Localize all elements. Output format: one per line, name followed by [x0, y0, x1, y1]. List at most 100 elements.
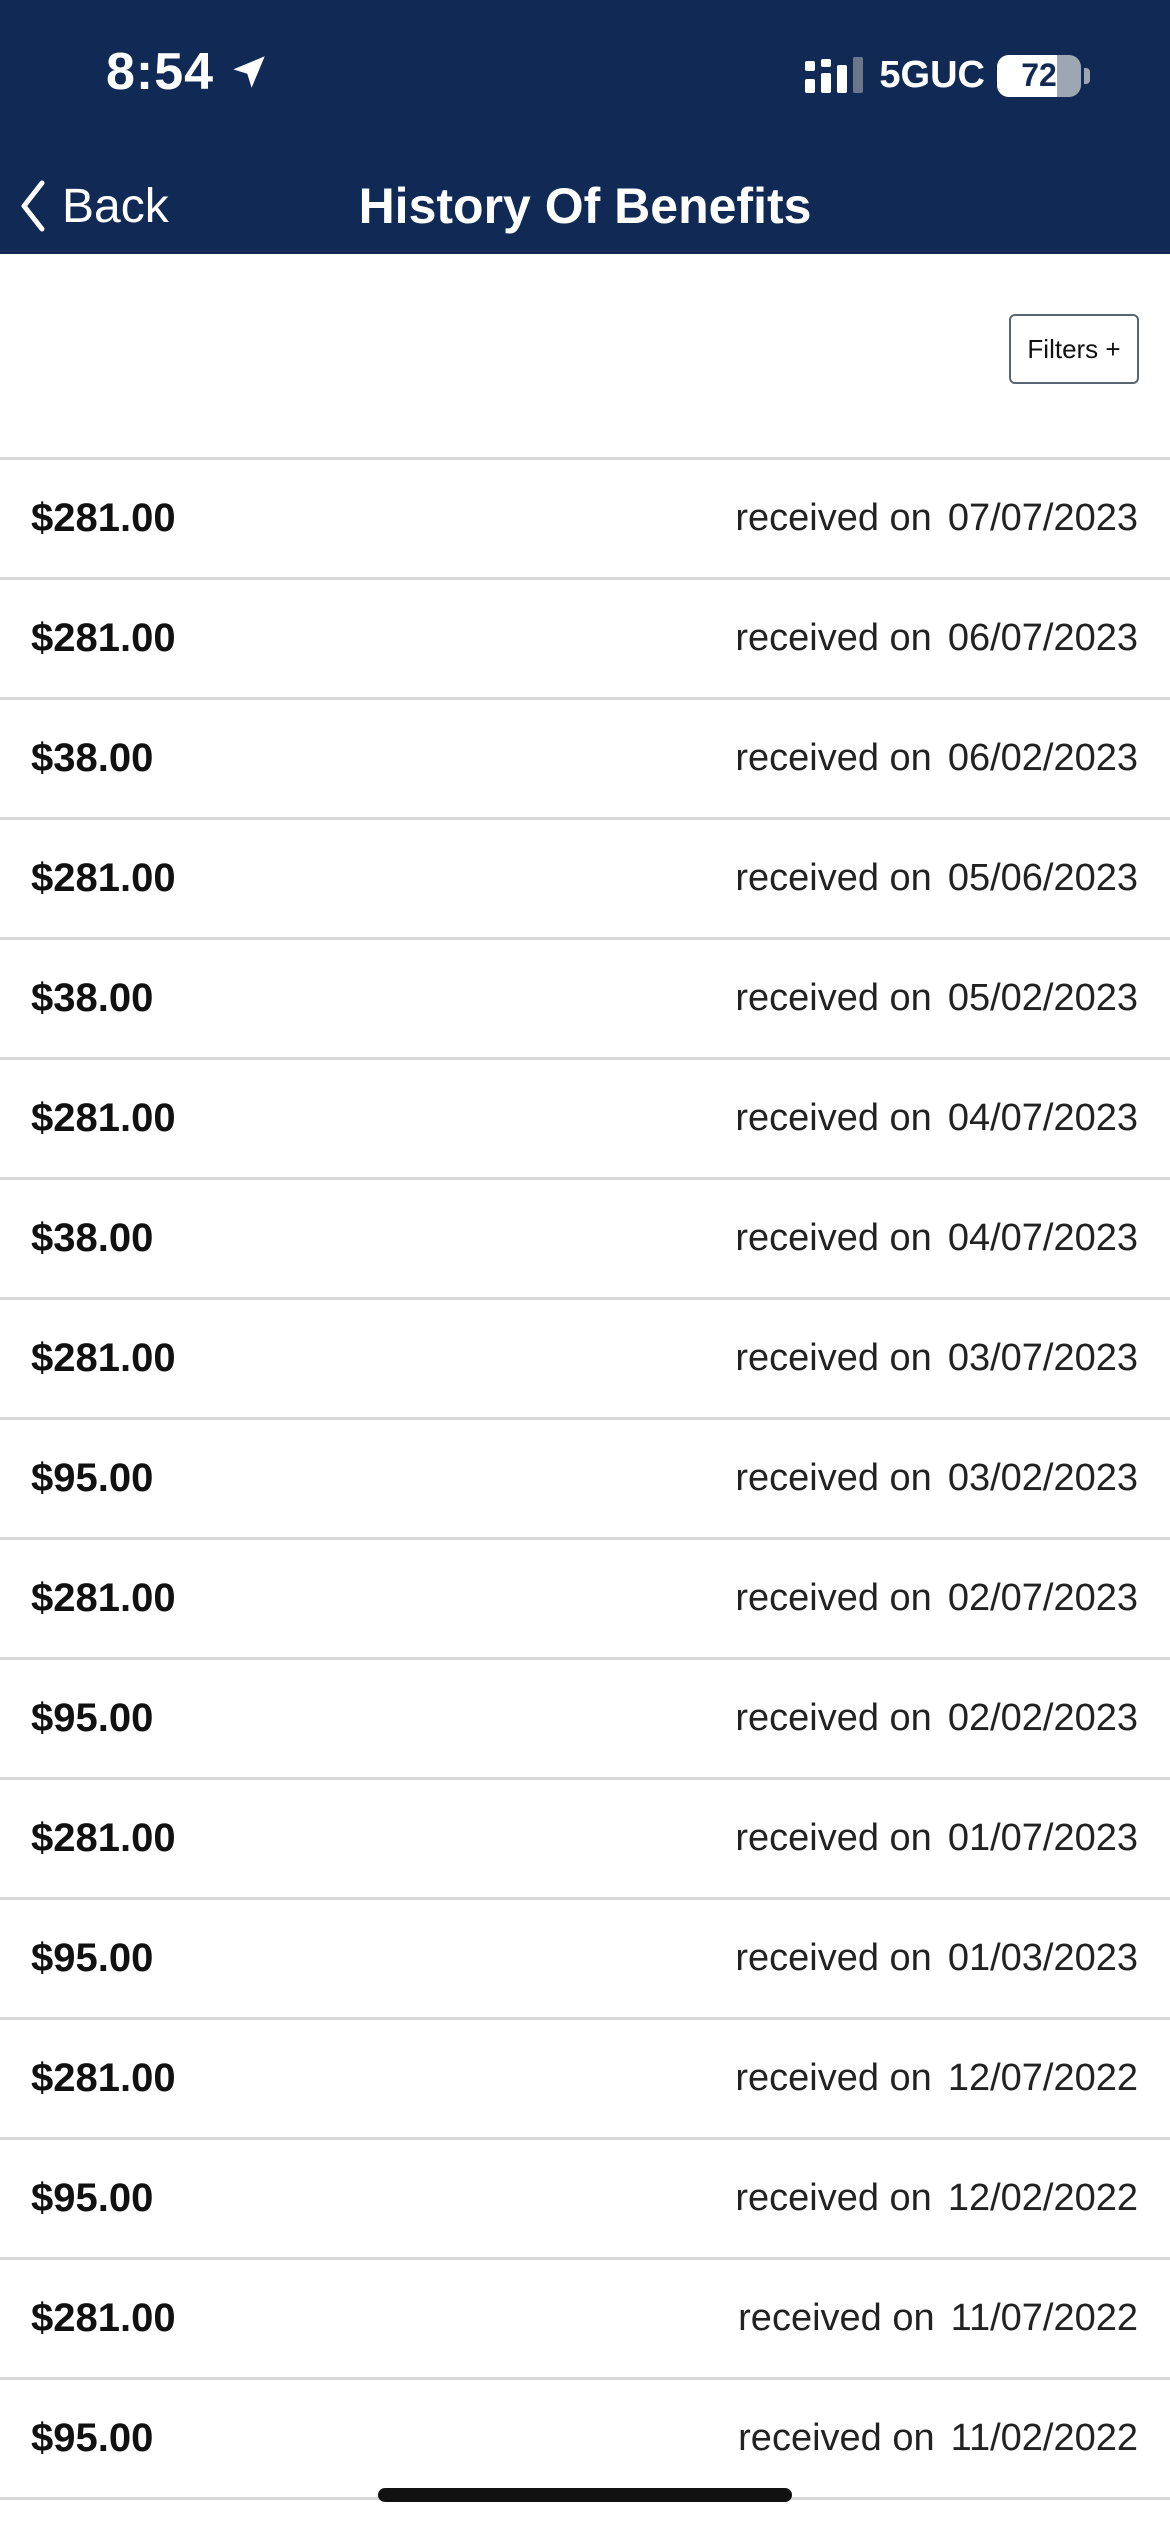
status-bar: 8:54 5GUC 72	[0, 0, 1170, 150]
benefit-amount: $281.00	[31, 1816, 176, 1860]
benefit-row: $281.00 received on 03/07/2023	[0, 1300, 1170, 1420]
benefit-received: received on 12/07/2022	[735, 2020, 1138, 2137]
received-prefix: received on	[735, 1337, 932, 1379]
benefit-amount: $281.00	[31, 2056, 176, 2100]
benefit-row: $38.00 received on 04/07/2023	[0, 1180, 1170, 1300]
benefit-date: 05/06/2023	[947, 857, 1138, 899]
benefit-amount: $95.00	[31, 2176, 154, 2220]
status-time: 8:54	[106, 43, 215, 101]
received-prefix: received on	[738, 2417, 935, 2459]
home-indicator[interactable]	[378, 2488, 792, 2502]
received-prefix: received on	[735, 1097, 932, 1139]
received-prefix: received on	[735, 857, 932, 899]
benefit-received: received on 12/02/2022	[735, 2140, 1138, 2257]
benefit-received: received on 03/02/2023	[735, 1420, 1138, 1537]
battery-percent: 72	[1021, 57, 1057, 93]
received-prefix: received on	[735, 1217, 932, 1259]
benefit-date: 03/07/2023	[947, 1337, 1138, 1379]
benefit-row: $281.00 received on 04/07/2023	[0, 1060, 1170, 1180]
benefit-date: 05/02/2023	[947, 977, 1138, 1019]
network-label: 5GUC	[879, 54, 985, 96]
benefit-date: 01/03/2023	[947, 1937, 1138, 1979]
benefit-date: 04/07/2023	[947, 1217, 1138, 1259]
received-prefix: received on	[738, 2297, 935, 2339]
benefit-date: 12/07/2022	[947, 2057, 1138, 2099]
benefit-row: $95.00 received on 02/02/2023	[0, 1660, 1170, 1780]
benefit-row: $281.00 received on 06/07/2023	[0, 580, 1170, 700]
benefit-amount: $281.00	[31, 616, 176, 660]
app-header: 8:54 5GUC 72 History Of Benefits Back	[0, 0, 1170, 254]
received-prefix: received on	[735, 497, 932, 539]
page-title: History Of Benefits	[358, 178, 812, 234]
signal-bars-icon	[805, 56, 864, 93]
benefit-row: $281.00 received on 02/07/2023	[0, 1540, 1170, 1660]
benefit-received: received on 01/03/2023	[735, 1900, 1138, 2017]
received-prefix: received on	[735, 617, 932, 659]
benefit-amount: $38.00	[31, 1216, 154, 1260]
back-label: Back	[62, 179, 169, 233]
battery-cap	[1084, 67, 1090, 84]
benefit-row: $95.00 received on 12/02/2022	[0, 2140, 1170, 2260]
benefit-received: received on 04/07/2023	[735, 1060, 1138, 1177]
received-prefix: received on	[735, 737, 932, 779]
chevron-left-icon	[21, 180, 45, 232]
benefit-row: $38.00 received on 05/02/2023	[0, 940, 1170, 1060]
benefit-date: 02/02/2023	[947, 1697, 1138, 1739]
benefit-row: $281.00 received on 11/07/2022	[0, 2260, 1170, 2380]
back-button[interactable]: Back	[18, 170, 169, 242]
received-prefix: received on	[735, 1577, 932, 1619]
benefit-amount: $281.00	[31, 2296, 176, 2340]
benefit-row: $95.00 received on 01/03/2023	[0, 1900, 1170, 2020]
filter-area: Filters +	[0, 254, 1170, 460]
received-prefix: received on	[735, 1937, 932, 1979]
filters-button[interactable]: Filters +	[1009, 314, 1139, 384]
benefit-amount: $281.00	[31, 1336, 176, 1380]
benefit-received: received on 06/07/2023	[735, 580, 1138, 697]
benefit-row: $95.00 received on 11/02/2022	[0, 2380, 1170, 2500]
benefit-amount: $95.00	[31, 1456, 154, 1500]
benefit-received: received on 04/07/2023	[735, 1180, 1138, 1297]
benefit-date: 01/07/2023	[947, 1817, 1138, 1859]
benefit-received: received on 05/06/2023	[735, 820, 1138, 937]
benefit-received: received on 01/07/2023	[735, 1780, 1138, 1897]
battery-icon: 72	[997, 54, 1081, 97]
benefit-row: $281.00 received on 07/07/2023	[0, 460, 1170, 580]
benefit-amount: $281.00	[31, 1096, 176, 1140]
benefit-amount: $38.00	[31, 736, 154, 780]
status-time-group: 8:54	[106, 42, 270, 102]
benefit-amount: $95.00	[31, 2416, 154, 2460]
benefit-date: 03/02/2023	[947, 1457, 1138, 1499]
received-prefix: received on	[735, 2057, 932, 2099]
benefit-row: $38.00 received on 06/02/2023	[0, 700, 1170, 820]
benefit-amount: $38.00	[31, 976, 154, 1020]
location-arrow-icon	[233, 56, 265, 88]
benefit-received: received on 02/07/2023	[735, 1540, 1138, 1657]
status-indicators: 5GUC 72	[805, 54, 1090, 97]
benefit-date: 11/02/2022	[950, 2417, 1138, 2459]
benefit-amount: $95.00	[31, 1936, 154, 1980]
benefit-row: $281.00 received on 05/06/2023	[0, 820, 1170, 940]
benefit-row: $281.00 received on 12/07/2022	[0, 2020, 1170, 2140]
benefit-received: received on 05/02/2023	[735, 940, 1138, 1057]
benefit-date: 04/07/2023	[947, 1097, 1138, 1139]
benefit-received: received on 11/07/2022	[738, 2260, 1138, 2377]
benefit-amount: $95.00	[31, 1696, 154, 1740]
benefit-row: $281.00 received on 01/07/2023	[0, 1780, 1170, 1900]
received-prefix: received on	[735, 1457, 932, 1499]
nav-bar: History Of Benefits Back	[0, 170, 1170, 242]
benefit-received: received on 06/02/2023	[735, 700, 1138, 817]
received-prefix: received on	[735, 977, 932, 1019]
benefit-date: 12/02/2022	[947, 2177, 1138, 2219]
benefit-list: $281.00 received on 07/07/2023 $281.00 recei…	[0, 460, 1170, 2500]
benefit-row: $95.00 received on 03/02/2023	[0, 1420, 1170, 1540]
benefit-received: received on 03/07/2023	[735, 1300, 1138, 1417]
benefit-amount: $281.00	[31, 496, 176, 540]
benefit-date: 06/02/2023	[947, 737, 1138, 779]
benefit-received: received on 11/02/2022	[738, 2380, 1138, 2497]
benefit-amount: $281.00	[31, 856, 176, 900]
received-prefix: received on	[735, 1697, 932, 1739]
benefit-date: 07/07/2023	[947, 497, 1138, 539]
received-prefix: received on	[735, 1817, 932, 1859]
benefit-amount: $281.00	[31, 1576, 176, 1620]
benefit-received: received on 07/07/2023	[735, 460, 1138, 577]
